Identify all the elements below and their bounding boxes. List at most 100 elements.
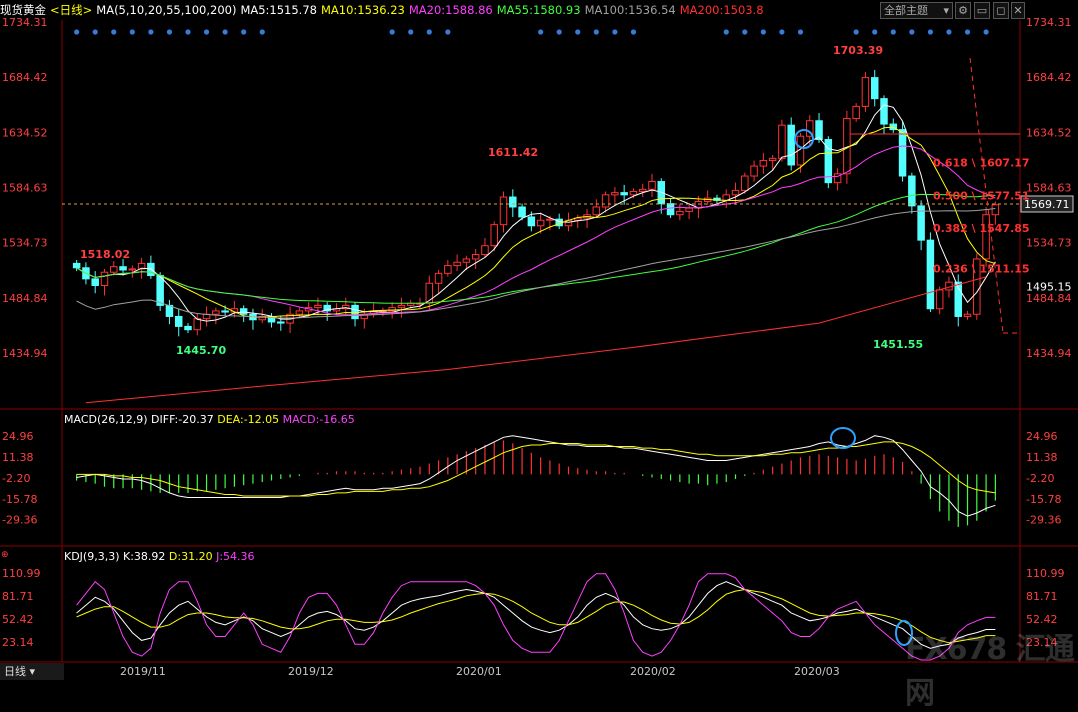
kdj-legend-item: D:31.20 bbox=[165, 550, 212, 563]
candle-body bbox=[518, 206, 526, 218]
kdj-legend-item: KDJ(9,3,3) bbox=[64, 550, 120, 563]
candle-body bbox=[490, 224, 498, 247]
price-tick-right: 1534.73 bbox=[1026, 237, 1072, 250]
candle-body bbox=[768, 157, 777, 162]
candle-body bbox=[295, 310, 304, 315]
candle-body bbox=[778, 124, 786, 159]
candle-body bbox=[499, 196, 508, 226]
price-tick-left: 1684.42 bbox=[2, 71, 48, 84]
signal-dot bbox=[389, 29, 395, 35]
candle-body bbox=[239, 308, 248, 315]
signal-dot bbox=[575, 29, 581, 35]
macd-tick-right: 11.38 bbox=[1026, 451, 1058, 464]
signal-dot bbox=[203, 29, 210, 35]
price-tick-left: 1484.84 bbox=[2, 292, 48, 305]
macd-tick-left: 24.96 bbox=[2, 430, 34, 443]
fib-level-label: 0.382 \ 1547.85 bbox=[933, 222, 1030, 235]
signal-dot bbox=[92, 29, 98, 35]
signal-dot bbox=[983, 29, 989, 35]
annotation-high1: 1518.02 bbox=[80, 248, 130, 261]
kdj-tick-left: 23.14 bbox=[2, 636, 34, 649]
price-tick-right: 1434.94 bbox=[1026, 347, 1072, 360]
signal-dot bbox=[556, 29, 562, 35]
candle-body bbox=[963, 313, 972, 317]
candle-body bbox=[128, 268, 137, 271]
candle-body bbox=[536, 219, 545, 227]
candle-body bbox=[759, 160, 768, 167]
candle-body bbox=[509, 196, 517, 208]
candle-body bbox=[314, 304, 322, 309]
candle-body bbox=[611, 192, 619, 196]
current-price-label: 1569.71 bbox=[1024, 198, 1070, 211]
ma200-line bbox=[85, 276, 987, 404]
candle-body bbox=[444, 265, 452, 274]
signal-dot bbox=[853, 29, 859, 35]
candle-body bbox=[731, 189, 740, 196]
kdj-marker: ⊕ bbox=[1, 550, 9, 560]
chart-root: 现货黄金 <日线> MA(5,10,20,55,100,200) MA5:1515.7… bbox=[0, 0, 1078, 711]
macd-tick-left: -29.36 bbox=[2, 514, 37, 527]
signal-dot bbox=[779, 29, 785, 35]
bottom-tab-label: 日线 bbox=[4, 665, 26, 678]
signal-dot bbox=[964, 29, 971, 35]
signal-dot bbox=[241, 29, 247, 35]
candle-body bbox=[815, 120, 823, 141]
fib-level-label: 0.236 \ 1511.15 bbox=[933, 263, 1030, 276]
macd-legend-item: MACD:-16.65 bbox=[279, 413, 355, 426]
bottom-tab[interactable]: 日线 ▾ bbox=[0, 663, 64, 680]
x-axis-label: 2019/12 bbox=[288, 665, 334, 678]
price-tick-left: 1534.73 bbox=[2, 237, 48, 250]
chart-svg: 1734.31 1734.31 1684.42 1684.42 1634.52 1634.… bbox=[0, 16, 1078, 678]
candle-body bbox=[852, 105, 860, 120]
candle-body bbox=[434, 272, 443, 284]
candle-body bbox=[110, 266, 118, 273]
signal-dot bbox=[74, 29, 80, 35]
signal-dot bbox=[890, 29, 896, 35]
signal-dot bbox=[872, 29, 878, 35]
price-tick-right: 1634.52 bbox=[1026, 126, 1072, 139]
price-tick-right-extra: 1495.15 bbox=[1026, 280, 1072, 293]
macd-tick-right: -2.20 bbox=[1026, 472, 1054, 485]
candle-body bbox=[72, 262, 81, 269]
macd-dea-line bbox=[76, 441, 996, 497]
annotation-high2: 1611.42 bbox=[488, 146, 538, 159]
price-tick-left: 1584.63 bbox=[2, 181, 48, 194]
candle-body bbox=[880, 98, 888, 125]
signal-dot bbox=[723, 29, 729, 35]
signal-dot bbox=[148, 29, 154, 35]
signal-dot bbox=[612, 29, 618, 35]
candle-body bbox=[277, 321, 285, 324]
macd-legend-item: DEA:-12.05 bbox=[214, 413, 279, 426]
price-tick-right: 1734.31 bbox=[1026, 16, 1072, 29]
signal-dot bbox=[538, 29, 544, 35]
candle-body bbox=[471, 254, 480, 260]
signal-dot bbox=[927, 29, 934, 35]
price-tick-right: 1484.84 bbox=[1026, 292, 1072, 305]
candle-body bbox=[898, 129, 907, 177]
macd-legend-item: MACD(26,12,9) bbox=[64, 413, 148, 426]
macd-tick-right: 24.96 bbox=[1026, 430, 1058, 443]
candle-body bbox=[648, 181, 656, 190]
candle-body bbox=[935, 289, 944, 310]
candle-body bbox=[221, 310, 229, 313]
kdj-tick-left: 81.71 bbox=[2, 590, 34, 603]
x-axis-label: 2020/03 bbox=[794, 665, 840, 678]
signal-dot bbox=[185, 29, 191, 35]
macd-legend: MACD(26,12,9) DIFF:-20.37 DEA:-12.05 MAC… bbox=[64, 413, 355, 426]
signal-dot bbox=[111, 29, 117, 35]
signal-dot bbox=[426, 29, 432, 35]
signal-dot bbox=[909, 29, 915, 35]
macd-tick-left: 11.38 bbox=[2, 451, 34, 464]
candle-body bbox=[91, 278, 99, 286]
candle-body bbox=[601, 194, 610, 208]
x-axis-label: 2020/02 bbox=[630, 665, 676, 678]
signal-dot bbox=[797, 29, 804, 35]
candle-body bbox=[453, 261, 461, 267]
candle-body bbox=[666, 203, 675, 216]
macd-legend-item: DIFF:-20.37 bbox=[148, 413, 214, 426]
candle-body bbox=[685, 207, 693, 212]
signal-dot bbox=[593, 29, 599, 35]
candle-body bbox=[527, 216, 536, 227]
kdj-j-line bbox=[76, 573, 996, 661]
annotation-low3: 1451.55 bbox=[873, 338, 923, 351]
